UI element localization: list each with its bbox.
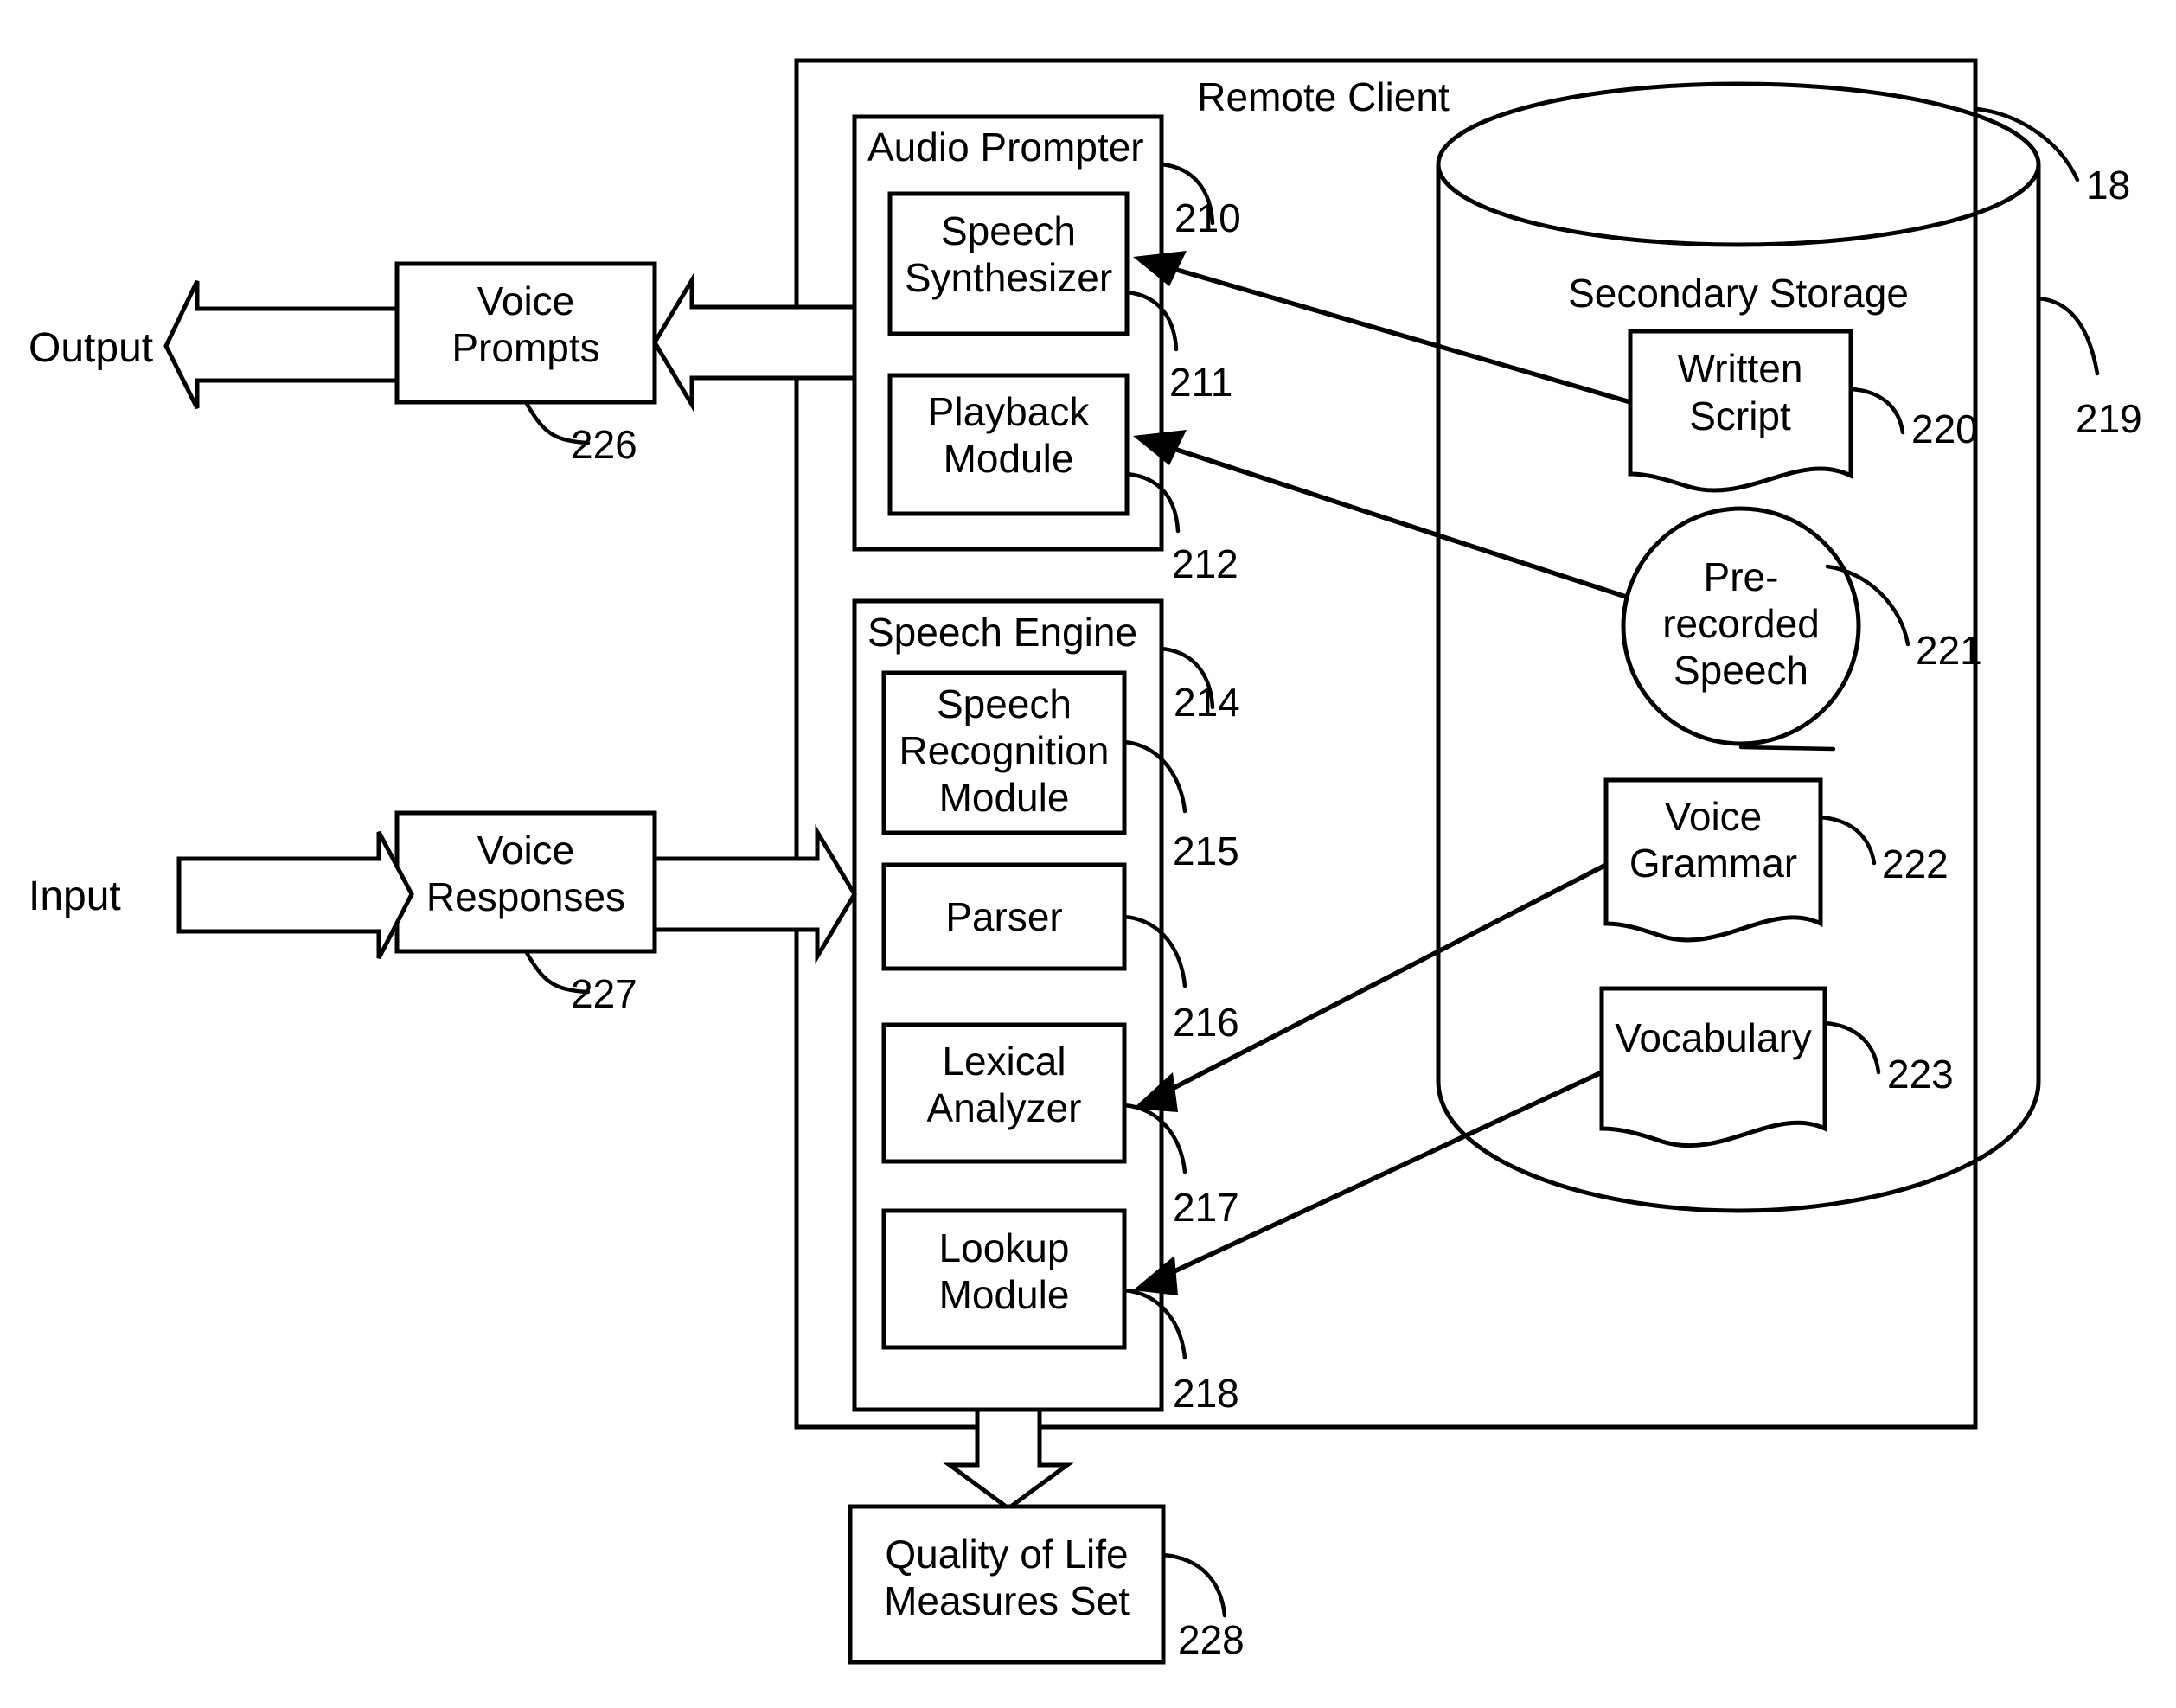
voice-prompts-line2: Prompts (451, 325, 599, 370)
written-script-line2: Script (1689, 393, 1791, 438)
playback-module-line2: Module (944, 436, 1074, 481)
ref-219: 219 (2076, 396, 2142, 441)
ref-221: 221 (1916, 628, 1982, 673)
output-label: Output (29, 325, 153, 371)
voice-grammar-line1: Voice (1665, 794, 1763, 839)
pre-recorded-speech-line2: recorded (1662, 601, 1820, 646)
pre-recorded-speech-line3: Speech (1674, 648, 1808, 693)
input-block-arrow (176, 830, 414, 960)
voice-prompts-line1: Voice (477, 278, 575, 323)
voice-responses-line2: Responses (426, 874, 625, 919)
arrow-voice-grammar-to-lexical-analyzer (1149, 862, 1608, 1103)
voice-grammar-line2: Grammar (1629, 841, 1797, 886)
qol-line2: Measures Set (884, 1578, 1130, 1623)
voice-responses-to-speech-engine-arrow (652, 823, 857, 965)
arrowhead-voice-grammar-to-lexical-analyzer (1133, 1072, 1178, 1112)
lexical-analyzer-line1: Lexical (942, 1039, 1066, 1084)
leader-line-215 (1122, 739, 1187, 814)
speech-recognition-line1: Speech (937, 681, 1072, 726)
audio-prompter-to-voice-prompts-arrow (652, 272, 857, 413)
ref-216: 216 (1173, 1000, 1239, 1045)
speech-recognition-line2: Recognition (899, 728, 1110, 773)
ref-214: 214 (1174, 680, 1240, 725)
vocabulary-line1: Vocabulary (1615, 1015, 1812, 1060)
ref-210: 210 (1174, 195, 1241, 240)
lookup-module-line2: Module (939, 1272, 1070, 1317)
leader-line-212 (1124, 471, 1181, 534)
ref-228: 228 (1178, 1617, 1245, 1662)
leader-line-219 (2036, 296, 2100, 376)
ref-220: 220 (1911, 406, 1978, 451)
ref-226: 226 (571, 422, 637, 467)
remote-client-label: Remote Client (1197, 74, 1450, 119)
secondary-storage-cylinder-top (1436, 81, 2041, 247)
audio-prompter-label: Audio Prompter (867, 125, 1144, 170)
leader-line-222 (1818, 815, 1877, 866)
arrowhead-vocabulary-to-lookup-module (1133, 1256, 1178, 1295)
speech-engine-to-qol-arrow (943, 1407, 1074, 1512)
qol-line1: Quality of Life (885, 1532, 1128, 1577)
speech-synthesizer-line2: Synthesizer (905, 255, 1112, 300)
parser-line1: Parser (945, 894, 1062, 939)
ref-223: 223 (1887, 1052, 1954, 1097)
ref-215: 215 (1173, 828, 1239, 873)
figure-canvas: Remote Client 18 Secondary Storage 219 W… (29, 58, 2142, 1665)
vocabulary-document (1599, 986, 1827, 1148)
leader-line-228 (1161, 1552, 1227, 1618)
pre-recorded-speech-line1: Pre- (1704, 554, 1779, 599)
ref-227: 227 (571, 971, 637, 1016)
output-block-arrow (163, 279, 400, 410)
lexical-analyzer-line2: Analyzer (927, 1085, 1082, 1130)
secondary-storage-label: Secondary Storage (1568, 271, 1909, 316)
playback-module-line1: Playback (928, 389, 1091, 434)
leader-line-216 (1122, 914, 1187, 988)
voice-responses-line1: Voice (477, 828, 575, 873)
leader-line-217 (1122, 1103, 1187, 1174)
pre-recorded-speech-underline (1738, 745, 1836, 752)
ref-18: 18 (2086, 163, 2130, 208)
leader-line-223 (1822, 1020, 1881, 1075)
ref-218: 218 (1173, 1371, 1239, 1416)
speech-engine-label: Speech Engine (867, 610, 1137, 655)
ref-222: 222 (1882, 841, 1949, 886)
ref-211: 211 (1169, 360, 1232, 405)
leader-line-220 (1848, 387, 1905, 435)
leader-line-211 (1124, 290, 1179, 352)
speech-recognition-line3: Module (939, 775, 1070, 820)
ref-212: 212 (1172, 541, 1238, 586)
leader-line-218 (1122, 1288, 1187, 1360)
patent-figure: Remote Client 18 Secondary Storage 219 W… (0, 0, 2176, 1708)
written-script-line1: Written (1678, 346, 1803, 391)
lookup-module-line1: Lookup (939, 1225, 1070, 1270)
ref-217: 217 (1173, 1185, 1239, 1230)
input-label: Input (29, 873, 121, 919)
speech-synthesizer-line1: Speech (941, 208, 1076, 253)
